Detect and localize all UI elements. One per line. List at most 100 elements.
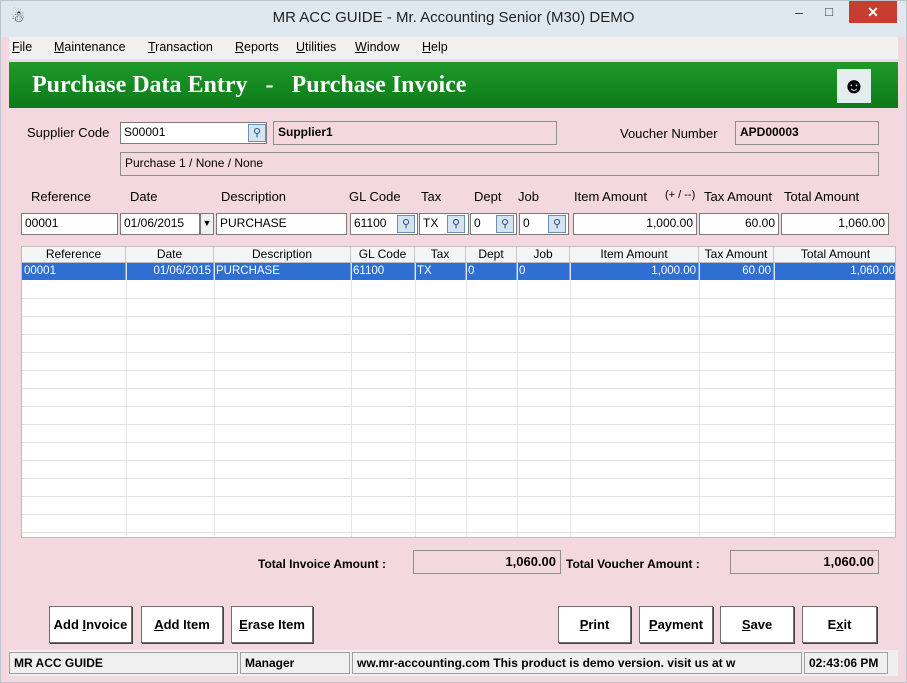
save-button[interactable]: Save — [720, 606, 794, 643]
grid-column-line — [570, 263, 571, 537]
exit-button[interactable]: Exit — [802, 606, 877, 643]
cell-dept: 0 — [466, 263, 517, 280]
supplier-code-label: Supplier Code — [27, 125, 110, 140]
menu-transaction[interactable]: Transaction — [148, 40, 213, 54]
tax-search-icon[interactable]: ⚲ — [447, 215, 465, 233]
cell-item-amount: 1,000.00 — [570, 263, 699, 280]
reference-input[interactable]: 00001 — [21, 213, 118, 235]
minimize-button[interactable]: – — [784, 1, 814, 23]
grid-row-line — [22, 478, 895, 479]
grid-row-line — [22, 496, 895, 497]
grid-row-line — [22, 298, 895, 299]
grid-column-line — [214, 263, 215, 537]
supplier-name: Supplier1 — [273, 121, 557, 145]
grid-row-line — [22, 388, 895, 389]
description-input[interactable]: PURCHASE — [216, 213, 347, 235]
dept-search-icon[interactable]: ⚲ — [496, 215, 514, 233]
menu-window[interactable]: Window — [355, 40, 399, 54]
table-row[interactable]: 00001 01/06/2015 PURCHASE 61100 TX 0 0 1… — [22, 263, 895, 280]
column-header-reference[interactable]: Reference — [22, 247, 126, 263]
voucher-number-label: Voucher Number — [620, 126, 718, 141]
erase-item-button[interactable]: Erase Item — [231, 606, 313, 643]
total-invoice-amount: 1,060.00 — [413, 550, 561, 574]
voucher-number: APD00003 — [735, 121, 879, 145]
close-button[interactable]: ✕ — [849, 1, 897, 23]
menu-utilities[interactable]: Utilities — [296, 40, 336, 54]
invoice-lines-grid[interactable]: Reference Date Description GL Code Tax D… — [21, 246, 896, 538]
grid-row-line — [22, 424, 895, 425]
total-voucher-amount: 1,060.00 — [730, 550, 879, 574]
supplier-code-input[interactable]: S00001 — [120, 122, 267, 144]
menu-help[interactable]: Help — [422, 40, 448, 54]
dept-label: Dept — [474, 189, 502, 204]
menu-bar: File Maintenance Transaction Reports Uti… — [9, 37, 898, 59]
grid-row-line — [22, 352, 895, 353]
date-label: Date — [130, 189, 158, 204]
column-header-total-amount[interactable]: Total Amount — [774, 247, 895, 263]
grid-column-line — [466, 263, 467, 537]
reference-label: Reference — [31, 189, 91, 204]
menu-file[interactable]: File — [12, 40, 32, 54]
menu-reports[interactable]: Reports — [235, 40, 279, 54]
job-search-icon[interactable]: ⚲ — [548, 215, 566, 233]
gl-code-search-icon[interactable]: ⚲ — [397, 215, 415, 233]
total-voucher-label: Total Voucher Amount : — [566, 557, 700, 571]
status-time: 02:43:06 PM — [804, 652, 888, 674]
tax-label: Tax — [421, 189, 442, 204]
grid-row-line — [22, 532, 895, 533]
page-header: Purchase Data Entry - Purchase Invoice ☻ — [9, 62, 898, 108]
grid-column-line — [415, 263, 416, 537]
column-header-description[interactable]: Description — [214, 247, 351, 263]
total-amount-input[interactable]: 1,060.00 — [781, 213, 889, 235]
menu-maintenance[interactable]: Maintenance — [54, 40, 126, 54]
item-amount-label: Item Amount — [574, 189, 647, 204]
column-header-date[interactable]: Date — [126, 247, 214, 263]
grid-column-line — [774, 263, 775, 537]
item-amount-hint: (+ / --) — [665, 189, 696, 201]
grid-row-line — [22, 514, 895, 515]
reader-icon: ☻ — [837, 69, 871, 103]
cell-gl-code: 61100 — [351, 263, 415, 280]
cell-total-amount: 1,060.00 — [850, 265, 895, 277]
column-header-tax-amount[interactable]: Tax Amount — [699, 247, 774, 263]
cell-date: 01/06/2015 — [126, 263, 214, 280]
tax-amount-label: Tax Amount — [704, 189, 772, 204]
supplier-search-icon[interactable]: ⚲ — [248, 124, 266, 142]
page-title: Purchase Data Entry - Purchase Invoice — [32, 72, 467, 98]
total-invoice-label: Total Invoice Amount : — [258, 557, 386, 571]
cell-tax: TX — [415, 263, 466, 280]
item-amount-input[interactable]: 1,000.00 — [573, 213, 697, 235]
date-input[interactable]: 01/06/2015 — [120, 213, 200, 235]
window-title: MR ACC GUIDE - Mr. Accounting Senior (M3… — [272, 9, 635, 26]
tax-amount-input[interactable]: 60.00 — [699, 213, 779, 235]
payment-button[interactable]: Payment — [639, 606, 713, 643]
description-label: Description — [221, 189, 287, 204]
status-company: MR ACC GUIDE — [9, 652, 238, 674]
column-header-gl-code[interactable]: GL Code — [351, 247, 415, 263]
grid-row-line — [22, 370, 895, 371]
total-amount-label: Total Amount — [784, 189, 860, 204]
title-bar[interactable]: ☃ MR ACC GUIDE - Mr. Accounting Senior (… — [1, 1, 906, 37]
status-bar: MR ACC GUIDE Manager ww.mr-accounting.co… — [9, 650, 898, 676]
grid-row-line — [22, 334, 895, 335]
status-user: Manager — [240, 652, 350, 674]
column-header-dept[interactable]: Dept — [466, 247, 517, 263]
status-message: ww.mr-accounting.com This product is dem… — [352, 652, 802, 674]
add-item-button[interactable]: Add Item — [141, 606, 223, 643]
add-invoice-button[interactable]: Add Invoice — [49, 606, 132, 643]
cell-job: 0 — [517, 263, 570, 280]
column-header-tax[interactable]: Tax — [415, 247, 466, 263]
grid-column-line — [351, 263, 352, 537]
grid-row-line — [22, 460, 895, 461]
column-header-job[interactable]: Job — [517, 247, 570, 263]
cell-reference: 00001 — [22, 263, 126, 280]
grid-column-line — [126, 263, 127, 537]
cell-tax-amount: 60.00 — [699, 263, 774, 280]
print-button[interactable]: Print — [558, 606, 631, 643]
column-header-item-amount[interactable]: Item Amount — [570, 247, 699, 263]
job-label: Job — [518, 189, 539, 204]
date-dropdown-button[interactable]: ▼ — [200, 213, 214, 235]
grid-header: Reference Date Description GL Code Tax D… — [22, 247, 895, 263]
maximize-button[interactable]: □ — [814, 1, 844, 23]
gl-code-label: GL Code — [349, 189, 401, 204]
